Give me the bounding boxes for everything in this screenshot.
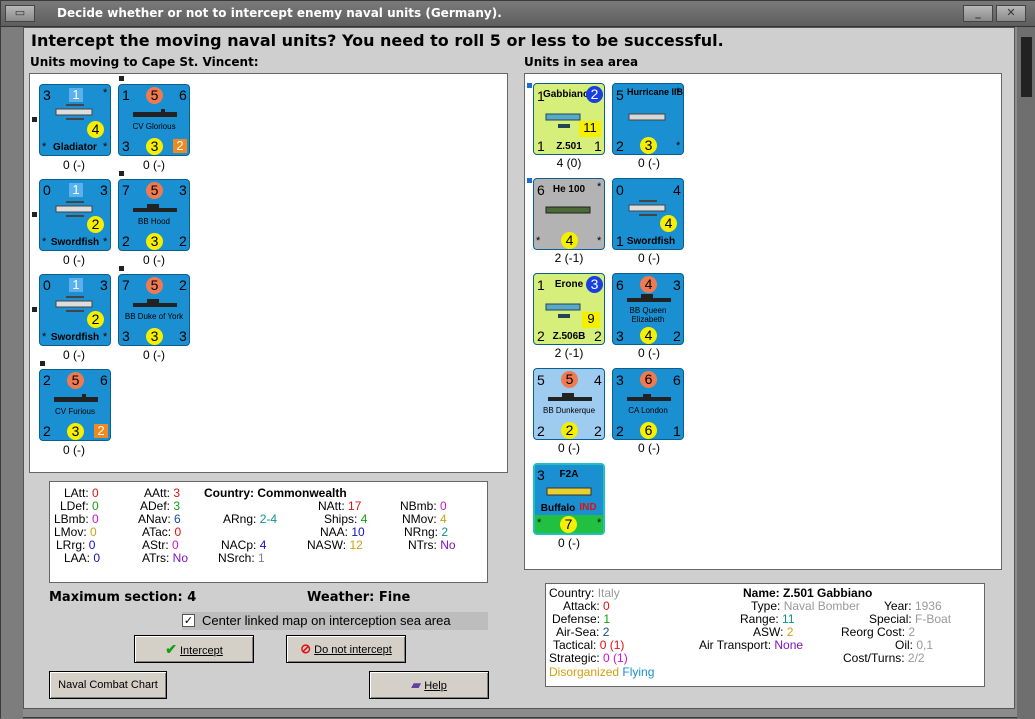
unit-odds-label: 0 (-) <box>558 441 580 455</box>
unit-counter-gladiator[interactable]: 3 1 * 4 * Gladiator * <box>39 84 111 156</box>
stat-arng: ARng: 2-4 <box>223 512 278 526</box>
sea-area-units-list: 1 Gabbiano 2 11 1 Z.501 1 4 (0) 5 Hurric… <box>524 73 1002 570</box>
weather-label: Weather: Fine <box>307 590 411 605</box>
unit-counter-swordfish[interactable]: 0 4 4 1 Swordfish <box>612 178 684 250</box>
stat-nrng: NRng: 2 <box>404 525 449 539</box>
unit-odds-label: 0 (-) <box>638 251 660 265</box>
unit-odds-label: 0 (-) <box>638 156 660 170</box>
center-map-checkbox[interactable]: ✓ <box>182 614 195 627</box>
fighter-icon <box>546 487 592 496</box>
fighter-icon <box>628 113 666 121</box>
battleship-icon <box>133 204 177 212</box>
naval-combat-chart-button[interactable]: Naval Combat Chart <box>49 671 167 699</box>
help-button[interactable]: ▰ Help <box>369 671 489 699</box>
do-not-intercept-button[interactable]: ⊘ Do not intercept <box>286 635 406 663</box>
no-entry-icon: ⊘ <box>300 641 312 656</box>
stat-lmov: LMov: 0 <box>54 525 97 539</box>
checkmark-icon: ✔ <box>165 641 177 657</box>
unit-counter-erone[interactable]: 1 Erone 3 9 2 Z.506B 2 <box>533 273 605 345</box>
system-menu-button[interactable]: ▭ <box>5 5 35 22</box>
unit-odds-label: 2 (-1) <box>554 251 584 265</box>
stat-astr: AStr: 0 <box>142 538 179 552</box>
stat-lbmb: LBmb: 0 <box>54 512 99 526</box>
unit-counter-bb-duke-of-york[interactable]: 7 5 2 BB Duke of York 3 3 3 <box>118 274 190 346</box>
unit-odds-label: 0 (-) <box>558 536 580 550</box>
unit-counter-buffalo[interactable]: 3 F2A Buffalo IND * 7 * <box>533 463 605 535</box>
unit-odds-label: 0 (-) <box>143 253 165 267</box>
unit-counter-bb-dunkerque[interactable]: 5 5 4 BB Dunkerque 2 2 2 <box>533 368 605 440</box>
unit-info-panel: Country: Italy Attack: 0 Defense: 1 Air-… <box>545 583 985 687</box>
unit-odds-label: 2 (-1) <box>554 346 584 360</box>
stat-anav: ANav: 6 <box>138 512 181 526</box>
unit-counter-cv-furious[interactable]: 2 5 6 CV Furious 2 3 2 <box>39 369 111 441</box>
left-frame <box>1 27 23 719</box>
stat-naa: NAA: 10 <box>320 525 365 539</box>
battleship-icon <box>133 299 177 307</box>
unit-odds-label: 0 (-) <box>638 346 660 360</box>
cruiser-icon <box>627 394 671 401</box>
sea-area-units-label: Units in sea area <box>524 55 639 69</box>
stat-natt: NAtt: 17 <box>318 499 362 513</box>
stack-country: Country: Commonwealth <box>204 486 347 500</box>
fighter-icon <box>545 206 591 214</box>
unit-counter-bb-queen-elizabeth[interactable]: 6 4 3 BB Queen Elizabeth 3 4 2 <box>612 273 684 345</box>
stat-nmov: NMov: 4 <box>402 512 447 526</box>
stat-atrs: ATrs: No <box>142 551 189 565</box>
unit-counter-swordfish[interactable]: 0 1 3 2 * Swordfish * <box>39 274 111 346</box>
unit-counter-hurricane-iib[interactable]: 5 Hurricane IIB * 2 3 * <box>612 83 684 155</box>
unit-odds-label: 0 (-) <box>638 441 660 455</box>
unit-counter-bb-hood[interactable]: 7 5 3 BB Hood 2 3 2 <box>118 179 190 251</box>
max-section-label: Maximum section: 4 <box>49 590 197 605</box>
unit-counter-swordfish[interactable]: 0 1 3 2 * Swordfish * <box>39 179 111 251</box>
book-icon: ▰ <box>411 677 422 692</box>
right-scrollbar[interactable] <box>1017 27 1035 719</box>
intercept-button[interactable]: ✔ Intercept <box>134 635 254 663</box>
stat-ships: Ships: 4 <box>324 512 368 526</box>
close-button[interactable]: ✕ <box>996 5 1026 22</box>
unit-counter-ca-london[interactable]: 3 6 6 CA London 2 6 1 <box>612 368 684 440</box>
stat-nbmb: NBmb: 0 <box>400 499 447 513</box>
unit-counter-gabbiano[interactable]: 1 Gabbiano 2 11 1 Z.501 1 <box>533 83 605 155</box>
center-map-label: Center linked map on interception sea ar… <box>202 613 451 628</box>
stat-aatt: AAtt: 3 <box>144 486 181 500</box>
stat-nacp: NACp: 4 <box>221 538 267 552</box>
minimize-button[interactable]: _ <box>963 5 993 22</box>
stat-adef: ADef: 3 <box>140 499 181 513</box>
title-bar: ▭ Decide whether or not to intercept ene… <box>1 1 1035 27</box>
unit-name: Name: Z.501 Gabbiano <box>743 586 873 600</box>
unit-counter-he-100[interactable]: 6 He 100 * * 4 * <box>533 178 605 250</box>
page-title: Intercept the moving naval units? You ne… <box>31 31 724 50</box>
unit-odds-label: 4 (0) <box>556 156 582 170</box>
stat-ldef: LDef: 0 <box>60 499 99 513</box>
stat-laa: LAA: 0 <box>64 551 101 565</box>
stack-stats-panel: LAtt: 0 LDef: 0 LBmb: 0 LMov: 0 LRrg: 0 … <box>49 481 488 583</box>
window-title: Decide whether or not to intercept enemy… <box>57 6 502 20</box>
unit-odds-label: 0 (-) <box>143 348 165 362</box>
stat-atac: ATac: 0 <box>142 525 182 539</box>
carrier-icon <box>54 394 98 402</box>
stat-nsrch: NSrch: 1 <box>218 551 265 565</box>
dialog-window: ▭ Decide whether or not to intercept ene… <box>0 0 1035 719</box>
unit-odds-label: 0 (-) <box>63 348 85 362</box>
moving-units-label: Units moving to Cape St. Vincent: <box>30 55 259 69</box>
stat-ntrs: NTrs: No <box>408 538 456 552</box>
biplane-icon <box>55 104 93 120</box>
battleship-icon <box>627 294 671 302</box>
unit-odds-label: 0 (-) <box>63 253 85 267</box>
unit-odds-label: 0 (-) <box>63 443 85 457</box>
main-panel: Intercept the moving naval units? You ne… <box>23 27 1015 709</box>
moving-units-list: 3 1 * 4 * Gladiator * 0 (-) 1 5 6 CV Glo… <box>29 73 508 473</box>
unit-odds-label: 0 (-) <box>63 158 85 172</box>
unit-odds-label: 0 (-) <box>143 158 165 172</box>
unit-counter-cv-glorious[interactable]: 1 5 6 CV Glorious 3 3 2 <box>118 84 190 156</box>
seaplane-icon <box>545 303 581 318</box>
stat-nasw: NASW: 12 <box>307 538 363 552</box>
center-map-option[interactable]: ✓ Center linked map on interception sea … <box>182 612 488 630</box>
stat-lrrg: LRrg: 0 <box>56 538 96 552</box>
battleship-icon <box>548 393 592 401</box>
stat-latt: LAtt: 0 <box>64 486 99 500</box>
carrier-icon <box>133 109 177 117</box>
